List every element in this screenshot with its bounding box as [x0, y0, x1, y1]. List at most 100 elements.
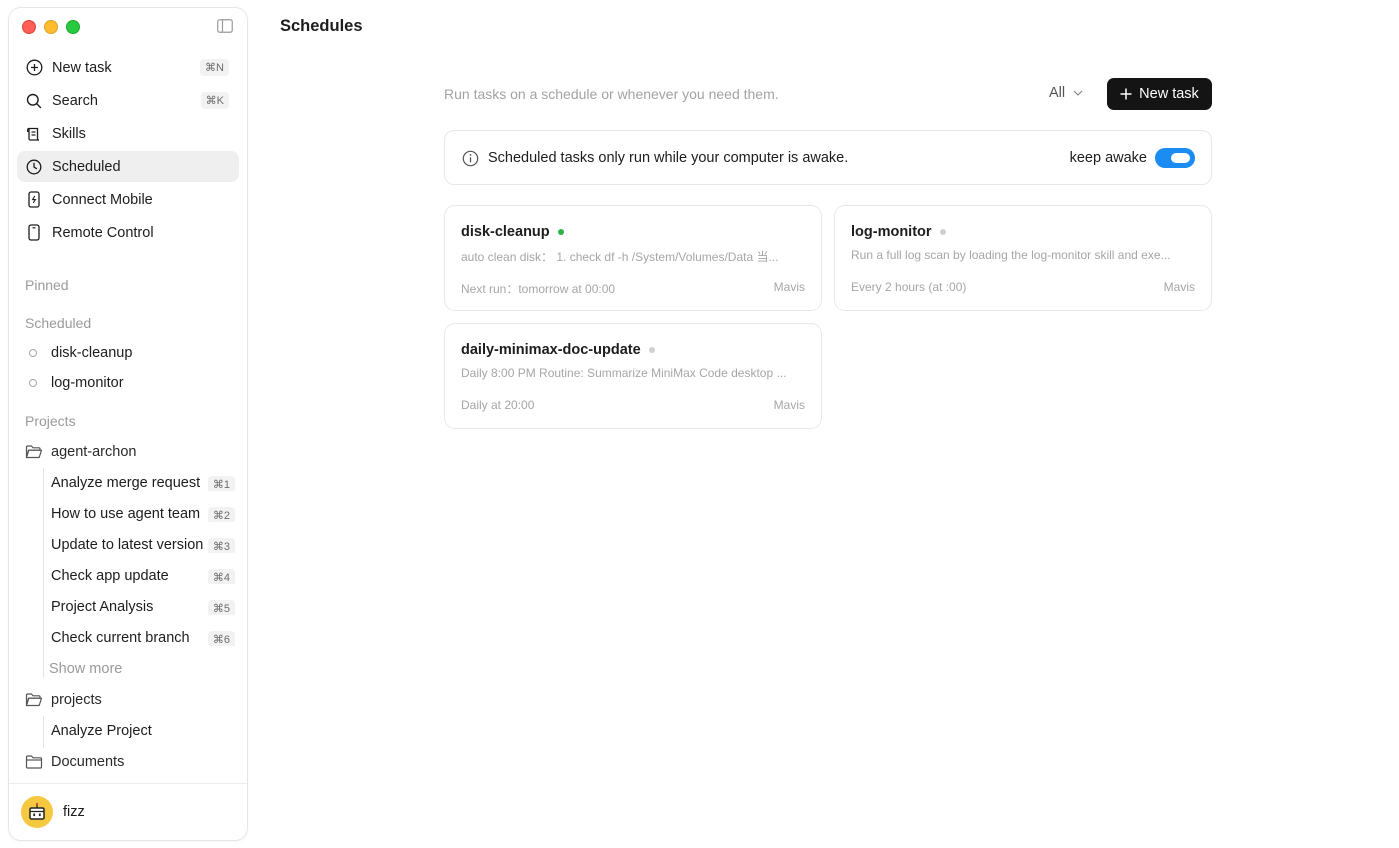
shortcut-badge: ⌘2: [207, 507, 235, 523]
user-profile[interactable]: fizz: [9, 783, 247, 840]
project-task-item[interactable]: Check app update ⌘4: [51, 568, 235, 585]
status-ring-icon: [29, 379, 37, 387]
project-documents[interactable]: Documents: [25, 754, 124, 770]
folder-icon: [25, 755, 43, 769]
card-owner: Mavis: [1163, 280, 1195, 294]
close-window-button[interactable]: [22, 20, 36, 34]
shortcut-badge: ⌘4: [207, 569, 235, 585]
nav-label: Skills: [52, 125, 86, 142]
shortcut-badge: ⌘3: [207, 538, 235, 554]
new-task-label: New task: [1139, 86, 1199, 102]
filter-value: All: [1049, 85, 1066, 101]
chevron-down-icon: [1073, 90, 1083, 96]
phone-icon: [25, 191, 43, 209]
shortcut-badge: ⌘5: [207, 600, 235, 616]
task-label: Check app update: [51, 568, 169, 585]
card-schedule: Next run：tomorrow at 00:00: [461, 282, 616, 296]
nav-label: Connect Mobile: [52, 191, 153, 208]
shortcut-badge: ⌘K: [200, 92, 229, 109]
projects-section-label: Projects: [25, 413, 76, 429]
card-owner: Mavis: [773, 398, 805, 412]
shortcut-badge: ⌘1: [207, 476, 235, 492]
card-description: Daily 8:00 PM Routine: Summarize MiniMax…: [461, 366, 787, 380]
clock-icon: [25, 158, 43, 176]
awake-notice: Scheduled tasks only run while your comp…: [444, 130, 1212, 185]
info-icon: [462, 150, 479, 167]
card-title: disk-cleanup: [461, 224, 564, 240]
plus-icon: [1120, 88, 1132, 100]
task-label: Update to latest version: [51, 537, 203, 554]
tree-line: [43, 468, 44, 678]
project-task-item[interactable]: Analyze Project: [51, 723, 235, 739]
nav-remote-control[interactable]: Remote Control: [17, 217, 239, 248]
nav-skills[interactable]: Skills: [17, 118, 239, 149]
tree-line: [43, 716, 44, 748]
scheduled-section-label: Scheduled: [25, 315, 92, 331]
avatar: [21, 796, 53, 828]
schedule-card-log-monitor[interactable]: log-monitor Run a full log scan by loadi…: [834, 205, 1212, 311]
user-name: fizz: [63, 804, 85, 820]
card-schedule: Daily at 20:00: [461, 398, 535, 412]
schedule-card-daily-minimax-doc-update[interactable]: daily-minimax-doc-update Daily 8:00 PM R…: [444, 323, 822, 429]
folder-open-icon: [25, 445, 43, 459]
scheduled-item-log-monitor[interactable]: log-monitor: [25, 375, 124, 391]
sidebar: New task ⌘N Search ⌘K Skills Scheduled C…: [9, 8, 247, 840]
task-label: Project Analysis: [51, 599, 154, 616]
status-dot-icon: [557, 229, 564, 235]
notice-message: Scheduled tasks only run while your comp…: [488, 150, 849, 166]
folder-open-icon: [25, 693, 43, 707]
filter-dropdown[interactable]: All: [1049, 85, 1083, 101]
remote-icon: [25, 224, 43, 242]
nav-label: New task: [52, 59, 112, 76]
shortcut-badge: ⌘6: [207, 631, 235, 647]
nav-label: Scheduled: [52, 158, 121, 175]
card-schedule: Every 2 hours (at :00): [851, 280, 967, 294]
project-task-item[interactable]: Check current branch ⌘6: [51, 630, 235, 647]
nav-new-task[interactable]: New task ⌘N: [17, 52, 239, 83]
card-title: daily-minimax-doc-update: [461, 342, 655, 358]
status-dot-icon: [939, 229, 946, 235]
nav-connect-mobile[interactable]: Connect Mobile: [17, 184, 239, 215]
sidebar-toggle-icon[interactable]: [217, 19, 233, 33]
project-name: projects: [51, 692, 102, 708]
task-label: Analyze Project: [51, 723, 152, 740]
card-description: Run a full log scan by loading the log-m…: [851, 248, 1171, 262]
project-task-item[interactable]: Update to latest version ⌘3: [51, 537, 235, 554]
search-icon: [25, 92, 43, 110]
project-task-item[interactable]: Project Analysis ⌘5: [51, 599, 235, 616]
nav-search[interactable]: Search ⌘K: [17, 85, 239, 116]
project-task-item[interactable]: Analyze merge request ⌘1: [51, 475, 235, 492]
shortcut-badge: ⌘N: [200, 59, 229, 76]
new-task-button[interactable]: New task: [1107, 78, 1212, 110]
card-owner: Mavis: [773, 280, 805, 294]
card-name: daily-minimax-doc-update: [461, 342, 641, 358]
project-name: Documents: [51, 754, 125, 770]
scheduled-item-label: log-monitor: [51, 375, 124, 391]
card-title: log-monitor: [851, 224, 946, 240]
project-projects[interactable]: projects: [25, 692, 102, 708]
pinned-section-label: Pinned: [25, 277, 69, 293]
schedule-card-disk-cleanup[interactable]: disk-cleanup auto clean disk： 1. check d…: [444, 205, 822, 311]
scheduled-item-label: disk-cleanup: [51, 345, 133, 361]
minimize-window-button[interactable]: [44, 20, 58, 34]
scheduled-item-disk-cleanup[interactable]: disk-cleanup: [25, 345, 132, 361]
plus-circle-icon: [25, 59, 43, 77]
keep-awake-toggle[interactable]: [1155, 148, 1195, 168]
show-more-link[interactable]: Show more: [49, 661, 122, 677]
nav-scheduled[interactable]: Scheduled: [17, 151, 239, 182]
keep-awake-label: keep awake: [1069, 150, 1147, 166]
window-controls: [22, 20, 80, 34]
page-subtitle: Run tasks on a schedule or whenever you …: [444, 86, 779, 102]
card-name: disk-cleanup: [461, 224, 550, 240]
robot-face-icon: [29, 802, 45, 820]
project-task-item[interactable]: How to use agent team ⌘2: [51, 506, 235, 523]
project-agent-archon[interactable]: agent-archon: [25, 444, 136, 460]
card-name: log-monitor: [851, 224, 932, 240]
maximize-window-button[interactable]: [66, 20, 80, 34]
main-nav: New task ⌘N Search ⌘K Skills Scheduled C…: [17, 52, 239, 250]
task-label: Analyze merge request: [51, 475, 201, 492]
scroll-icon: [25, 125, 43, 143]
task-label: How to use agent team: [51, 506, 201, 523]
status-ring-icon: [29, 349, 37, 357]
task-label: Check current branch: [51, 630, 190, 647]
